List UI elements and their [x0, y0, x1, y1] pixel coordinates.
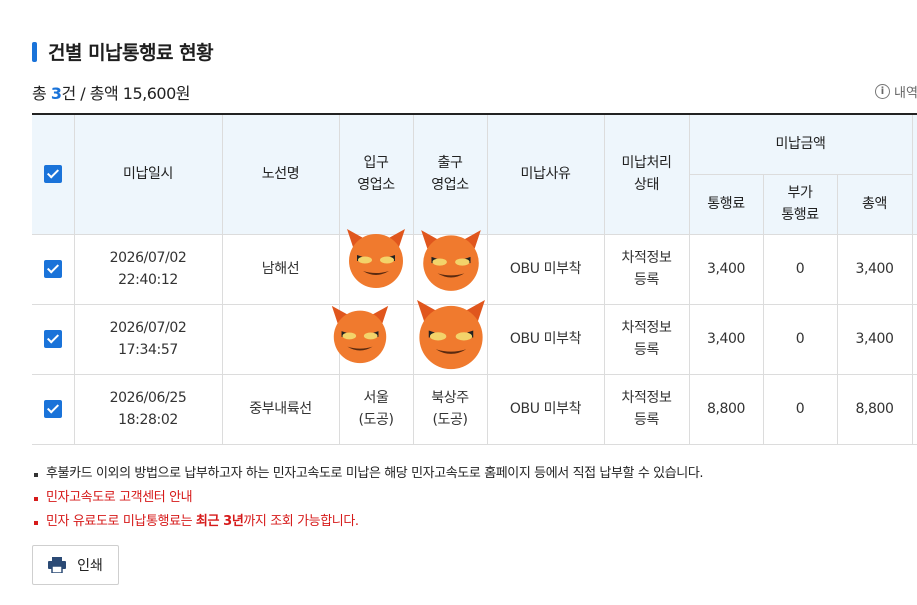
row-status: 차적정보 등록 [603, 233, 690, 305]
row-exit [412, 299, 488, 375]
row-total: 8,800 [836, 373, 913, 445]
row-time: 18:28:02 [118, 412, 178, 428]
row-extra: 0 [762, 233, 838, 305]
row-route: 중부내륙선 [221, 373, 340, 445]
devil-emoji-icon [326, 300, 394, 368]
row-route: 남해선 [221, 233, 340, 305]
row-status: 차적정보 등록 [603, 373, 690, 445]
row-overflow [911, 373, 917, 445]
table-row: 2026/07/02 17:34:57 OBU 미부착 차적정보 등록 3,400… [32, 299, 917, 375]
row-datetime: 2026/07/02 17:34:57 [73, 303, 223, 375]
header-amount-group: 미납금액 [688, 113, 913, 175]
notice-period-post: 까지 조회 가능합니다. [243, 514, 359, 529]
notice-item: 후불카드 이외의 방법으로 납부하고자 하는 민자고속도로 미납은 해당 민자고… [32, 462, 704, 486]
summary-prefix: 총 [32, 84, 51, 103]
notice-period-pre: 민자 유료도로 미납통행료는 [46, 514, 196, 529]
row-toll: 3,400 [688, 303, 764, 375]
print-button-label: 인쇄 [77, 558, 103, 574]
row-extra: 0 [762, 373, 838, 445]
summary-count: 3 [50, 84, 62, 103]
summary-line: 총 3건 / 총액 15,600원 [32, 80, 190, 104]
row-total: 3,400 [836, 233, 913, 305]
row-date: 2026/07/02 [109, 320, 187, 336]
devil-emoji-icon [410, 293, 492, 375]
row-date: 2026/07/02 [109, 250, 187, 266]
row-overflow [911, 233, 917, 305]
notice-item-period: 민자 유료도로 미납통행료는 최근 3년까지 조회 가능합니다. [32, 510, 703, 534]
printer-icon [48, 557, 67, 573]
header-entry: 입구 영업소 [338, 113, 414, 235]
row-time: 22:40:12 [118, 272, 178, 288]
header-overflow [911, 113, 917, 235]
row-route [221, 303, 340, 375]
print-button[interactable]: 인쇄 [32, 545, 119, 585]
row-extra: 0 [762, 303, 838, 375]
header-toll: 통행료 [689, 173, 764, 235]
row-checkbox-cell [32, 233, 75, 305]
row-total: 3,400 [836, 303, 913, 375]
row-entry: 서울 (도공) [338, 373, 414, 445]
summary-total: 15,600원 [122, 84, 191, 103]
section-header: 건별 미납통행료 현황 [32, 38, 214, 65]
row-toll: 3,400 [688, 233, 764, 305]
page-title: 건별 미납통행료 현황 [48, 42, 214, 64]
select-all-cell [32, 113, 75, 235]
row-datetime: 2026/07/02 22:40:12 [73, 233, 223, 305]
devil-emoji-icon [415, 224, 487, 296]
header-total: 총액 [836, 173, 913, 235]
row-reason: OBU 미부착 [486, 303, 605, 375]
unpaid-toll-table: 미납일시 노선명 입구 영업소 출구 영업소 미납사유 미납처리 상태 미납금액… [32, 113, 917, 445]
title-accent-bar [32, 41, 37, 62]
row-checkbox-cell [32, 373, 75, 445]
header-extra: 부가 통행료 [762, 173, 838, 235]
table-row: 2026/06/25 18:28:02 중부내륙선 서울 (도공) 북상주 (도공… [32, 373, 917, 445]
customer-center-link[interactable]: 민자고속도로 고객센터 안내 [32, 486, 703, 510]
notice-list: 후불카드 이외의 방법으로 납부하고자 하는 민자고속도로 미납은 해당 민자고… [32, 462, 704, 534]
row-entry [338, 228, 414, 305]
row-date: 2026/06/25 [109, 390, 187, 406]
info-icon: i [875, 84, 890, 99]
row-time: 17:34:57 [118, 342, 178, 358]
row-reason: OBU 미부착 [486, 373, 605, 445]
row-checkbox[interactable] [43, 260, 62, 278]
header-reason: 미납사유 [486, 113, 605, 235]
info-link[interactable]: i 내역 [875, 82, 917, 101]
row-checkbox-cell [32, 303, 75, 375]
summary-count-unit: 건 / 총액 [61, 84, 123, 103]
header-route: 노선명 [221, 113, 340, 235]
row-reason: OBU 미부착 [486, 233, 605, 305]
select-all-checkbox[interactable] [43, 165, 62, 184]
row-overflow [911, 303, 917, 375]
row-checkbox[interactable] [43, 400, 62, 418]
header-status: 미납처리 상태 [603, 113, 690, 235]
unpaid-table-container: 미납일시 노선명 입구 영업소 출구 영업소 미납사유 미납처리 상태 미납금액… [32, 113, 917, 445]
notice-period-strong: 최근 3년 [195, 514, 244, 529]
devil-emoji-icon [341, 223, 411, 293]
info-link-label: 내역 [894, 86, 917, 101]
row-entry [331, 303, 414, 375]
row-exit: 북상주 (도공) [412, 373, 488, 445]
row-toll: 8,800 [688, 373, 764, 445]
header-exit: 출구 영업소 [412, 113, 488, 235]
row-status: 차적정보 등록 [603, 303, 690, 375]
row-datetime: 2026/06/25 18:28:02 [73, 373, 223, 445]
row-checkbox[interactable] [43, 330, 62, 348]
header-date: 미납일시 [73, 113, 223, 235]
